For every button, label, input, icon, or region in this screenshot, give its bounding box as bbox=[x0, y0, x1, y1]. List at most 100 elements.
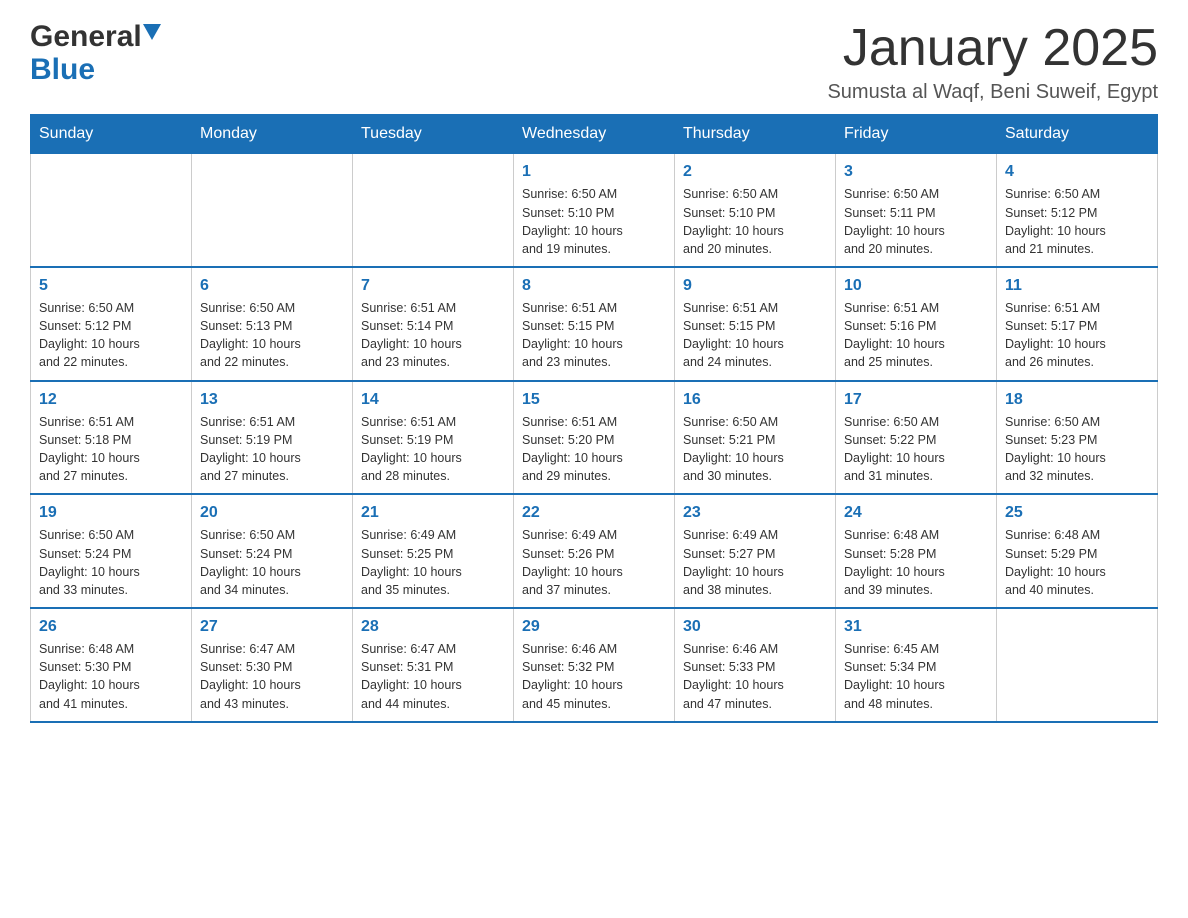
calendar-cell: 18Sunrise: 6:50 AMSunset: 5:23 PMDayligh… bbox=[997, 381, 1158, 495]
calendar-cell: 26Sunrise: 6:48 AMSunset: 5:30 PMDayligh… bbox=[31, 608, 192, 722]
calendar-week-row: 12Sunrise: 6:51 AMSunset: 5:18 PMDayligh… bbox=[31, 381, 1158, 495]
header-day-thursday: Thursday bbox=[675, 115, 836, 154]
calendar-week-row: 19Sunrise: 6:50 AMSunset: 5:24 PMDayligh… bbox=[31, 494, 1158, 608]
day-number: 13 bbox=[200, 388, 344, 411]
day-info: Sunrise: 6:50 AMSunset: 5:11 PMDaylight:… bbox=[844, 185, 988, 258]
day-info: Sunrise: 6:50 AMSunset: 5:10 PMDaylight:… bbox=[683, 185, 827, 258]
day-info: Sunrise: 6:50 AMSunset: 5:22 PMDaylight:… bbox=[844, 413, 988, 486]
day-number: 15 bbox=[522, 388, 666, 411]
calendar-cell: 27Sunrise: 6:47 AMSunset: 5:30 PMDayligh… bbox=[192, 608, 353, 722]
calendar-cell bbox=[31, 154, 192, 267]
calendar-cell: 31Sunrise: 6:45 AMSunset: 5:34 PMDayligh… bbox=[836, 608, 997, 722]
calendar-cell: 8Sunrise: 6:51 AMSunset: 5:15 PMDaylight… bbox=[514, 267, 675, 381]
day-info: Sunrise: 6:50 AMSunset: 5:10 PMDaylight:… bbox=[522, 185, 666, 258]
day-number: 27 bbox=[200, 615, 344, 638]
day-number: 2 bbox=[683, 160, 827, 183]
day-info: Sunrise: 6:45 AMSunset: 5:34 PMDaylight:… bbox=[844, 640, 988, 713]
header-day-tuesday: Tuesday bbox=[353, 115, 514, 154]
header-day-wednesday: Wednesday bbox=[514, 115, 675, 154]
day-info: Sunrise: 6:51 AMSunset: 5:19 PMDaylight:… bbox=[200, 413, 344, 486]
calendar-cell: 1Sunrise: 6:50 AMSunset: 5:10 PMDaylight… bbox=[514, 154, 675, 267]
day-number: 24 bbox=[844, 501, 988, 524]
day-number: 9 bbox=[683, 274, 827, 297]
day-info: Sunrise: 6:46 AMSunset: 5:32 PMDaylight:… bbox=[522, 640, 666, 713]
calendar-week-row: 26Sunrise: 6:48 AMSunset: 5:30 PMDayligh… bbox=[31, 608, 1158, 722]
day-info: Sunrise: 6:51 AMSunset: 5:14 PMDaylight:… bbox=[361, 299, 505, 372]
calendar-cell: 19Sunrise: 6:50 AMSunset: 5:24 PMDayligh… bbox=[31, 494, 192, 608]
calendar-cell: 6Sunrise: 6:50 AMSunset: 5:13 PMDaylight… bbox=[192, 267, 353, 381]
calendar-header-row: SundayMondayTuesdayWednesdayThursdayFrid… bbox=[31, 115, 1158, 154]
calendar-cell: 22Sunrise: 6:49 AMSunset: 5:26 PMDayligh… bbox=[514, 494, 675, 608]
calendar-cell: 23Sunrise: 6:49 AMSunset: 5:27 PMDayligh… bbox=[675, 494, 836, 608]
calendar-cell: 10Sunrise: 6:51 AMSunset: 5:16 PMDayligh… bbox=[836, 267, 997, 381]
calendar-cell: 20Sunrise: 6:50 AMSunset: 5:24 PMDayligh… bbox=[192, 494, 353, 608]
calendar-cell: 12Sunrise: 6:51 AMSunset: 5:18 PMDayligh… bbox=[31, 381, 192, 495]
logo-general-text: General bbox=[30, 20, 142, 53]
day-number: 6 bbox=[200, 274, 344, 297]
day-info: Sunrise: 6:46 AMSunset: 5:33 PMDaylight:… bbox=[683, 640, 827, 713]
calendar-cell: 25Sunrise: 6:48 AMSunset: 5:29 PMDayligh… bbox=[997, 494, 1158, 608]
day-number: 31 bbox=[844, 615, 988, 638]
day-number: 4 bbox=[1005, 160, 1149, 183]
logo: General Blue bbox=[30, 20, 161, 86]
day-info: Sunrise: 6:50 AMSunset: 5:12 PMDaylight:… bbox=[1005, 185, 1149, 258]
day-number: 25 bbox=[1005, 501, 1149, 524]
day-number: 30 bbox=[683, 615, 827, 638]
calendar-cell: 2Sunrise: 6:50 AMSunset: 5:10 PMDaylight… bbox=[675, 154, 836, 267]
day-info: Sunrise: 6:48 AMSunset: 5:29 PMDaylight:… bbox=[1005, 526, 1149, 599]
header-day-sunday: Sunday bbox=[31, 115, 192, 154]
day-info: Sunrise: 6:50 AMSunset: 5:21 PMDaylight:… bbox=[683, 413, 827, 486]
day-number: 23 bbox=[683, 501, 827, 524]
day-number: 19 bbox=[39, 501, 183, 524]
day-info: Sunrise: 6:50 AMSunset: 5:24 PMDaylight:… bbox=[200, 526, 344, 599]
day-info: Sunrise: 6:51 AMSunset: 5:16 PMDaylight:… bbox=[844, 299, 988, 372]
calendar-cell: 5Sunrise: 6:50 AMSunset: 5:12 PMDaylight… bbox=[31, 267, 192, 381]
calendar-cell: 21Sunrise: 6:49 AMSunset: 5:25 PMDayligh… bbox=[353, 494, 514, 608]
day-number: 26 bbox=[39, 615, 183, 638]
calendar-cell: 17Sunrise: 6:50 AMSunset: 5:22 PMDayligh… bbox=[836, 381, 997, 495]
day-number: 1 bbox=[522, 160, 666, 183]
day-info: Sunrise: 6:50 AMSunset: 5:24 PMDaylight:… bbox=[39, 526, 183, 599]
calendar-week-row: 1Sunrise: 6:50 AMSunset: 5:10 PMDaylight… bbox=[31, 154, 1158, 267]
day-number: 16 bbox=[683, 388, 827, 411]
calendar-cell: 9Sunrise: 6:51 AMSunset: 5:15 PMDaylight… bbox=[675, 267, 836, 381]
day-number: 28 bbox=[361, 615, 505, 638]
calendar-cell: 30Sunrise: 6:46 AMSunset: 5:33 PMDayligh… bbox=[675, 608, 836, 722]
day-number: 18 bbox=[1005, 388, 1149, 411]
calendar-cell bbox=[997, 608, 1158, 722]
calendar-cell: 24Sunrise: 6:48 AMSunset: 5:28 PMDayligh… bbox=[836, 494, 997, 608]
day-info: Sunrise: 6:49 AMSunset: 5:25 PMDaylight:… bbox=[361, 526, 505, 599]
day-info: Sunrise: 6:47 AMSunset: 5:30 PMDaylight:… bbox=[200, 640, 344, 713]
header-day-friday: Friday bbox=[836, 115, 997, 154]
day-info: Sunrise: 6:50 AMSunset: 5:23 PMDaylight:… bbox=[1005, 413, 1149, 486]
day-number: 11 bbox=[1005, 274, 1149, 297]
day-info: Sunrise: 6:48 AMSunset: 5:28 PMDaylight:… bbox=[844, 526, 988, 599]
calendar-cell: 11Sunrise: 6:51 AMSunset: 5:17 PMDayligh… bbox=[997, 267, 1158, 381]
title-section: January 2025 Sumusta al Waqf, Beni Suwei… bbox=[827, 20, 1158, 104]
calendar-cell: 13Sunrise: 6:51 AMSunset: 5:19 PMDayligh… bbox=[192, 381, 353, 495]
page-header: General Blue January 2025 Sumusta al Waq… bbox=[30, 20, 1158, 104]
calendar-cell: 3Sunrise: 6:50 AMSunset: 5:11 PMDaylight… bbox=[836, 154, 997, 267]
day-number: 5 bbox=[39, 274, 183, 297]
day-info: Sunrise: 6:47 AMSunset: 5:31 PMDaylight:… bbox=[361, 640, 505, 713]
day-info: Sunrise: 6:49 AMSunset: 5:26 PMDaylight:… bbox=[522, 526, 666, 599]
calendar-cell: 15Sunrise: 6:51 AMSunset: 5:20 PMDayligh… bbox=[514, 381, 675, 495]
day-number: 7 bbox=[361, 274, 505, 297]
calendar-cell: 28Sunrise: 6:47 AMSunset: 5:31 PMDayligh… bbox=[353, 608, 514, 722]
day-info: Sunrise: 6:48 AMSunset: 5:30 PMDaylight:… bbox=[39, 640, 183, 713]
calendar-cell bbox=[353, 154, 514, 267]
day-info: Sunrise: 6:51 AMSunset: 5:19 PMDaylight:… bbox=[361, 413, 505, 486]
day-info: Sunrise: 6:50 AMSunset: 5:13 PMDaylight:… bbox=[200, 299, 344, 372]
day-number: 10 bbox=[844, 274, 988, 297]
calendar-cell bbox=[192, 154, 353, 267]
day-number: 3 bbox=[844, 160, 988, 183]
calendar-cell: 16Sunrise: 6:50 AMSunset: 5:21 PMDayligh… bbox=[675, 381, 836, 495]
day-info: Sunrise: 6:51 AMSunset: 5:18 PMDaylight:… bbox=[39, 413, 183, 486]
calendar-week-row: 5Sunrise: 6:50 AMSunset: 5:12 PMDaylight… bbox=[31, 267, 1158, 381]
location-subtitle: Sumusta al Waqf, Beni Suweif, Egypt bbox=[827, 81, 1158, 104]
day-number: 14 bbox=[361, 388, 505, 411]
calendar-table: SundayMondayTuesdayWednesdayThursdayFrid… bbox=[30, 114, 1158, 722]
day-info: Sunrise: 6:51 AMSunset: 5:17 PMDaylight:… bbox=[1005, 299, 1149, 372]
day-info: Sunrise: 6:49 AMSunset: 5:27 PMDaylight:… bbox=[683, 526, 827, 599]
month-title: January 2025 bbox=[827, 20, 1158, 77]
